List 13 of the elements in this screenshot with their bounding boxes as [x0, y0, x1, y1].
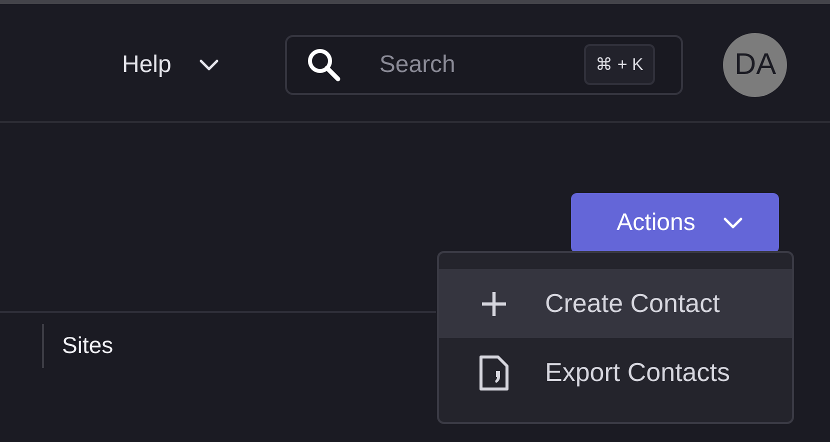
- actions-button[interactable]: Actions: [571, 193, 779, 253]
- search-icon: [307, 48, 342, 82]
- shortcut-hint: ⌘ + K: [584, 44, 656, 85]
- user-avatar[interactable]: DA: [723, 32, 788, 96]
- column-header: Sites: [42, 324, 114, 368]
- search-field[interactable]: Search ⌘ + K: [285, 34, 684, 94]
- file-icon: [479, 354, 509, 390]
- help-menu[interactable]: Help: [122, 50, 220, 78]
- chevron-down-icon: [199, 58, 220, 70]
- chevron-down-icon: [723, 217, 744, 229]
- search-input[interactable]: Search: [377, 50, 584, 80]
- menu-item[interactable]: Export Contacts: [439, 338, 792, 407]
- menu-item[interactable]: Create Contact: [439, 269, 792, 338]
